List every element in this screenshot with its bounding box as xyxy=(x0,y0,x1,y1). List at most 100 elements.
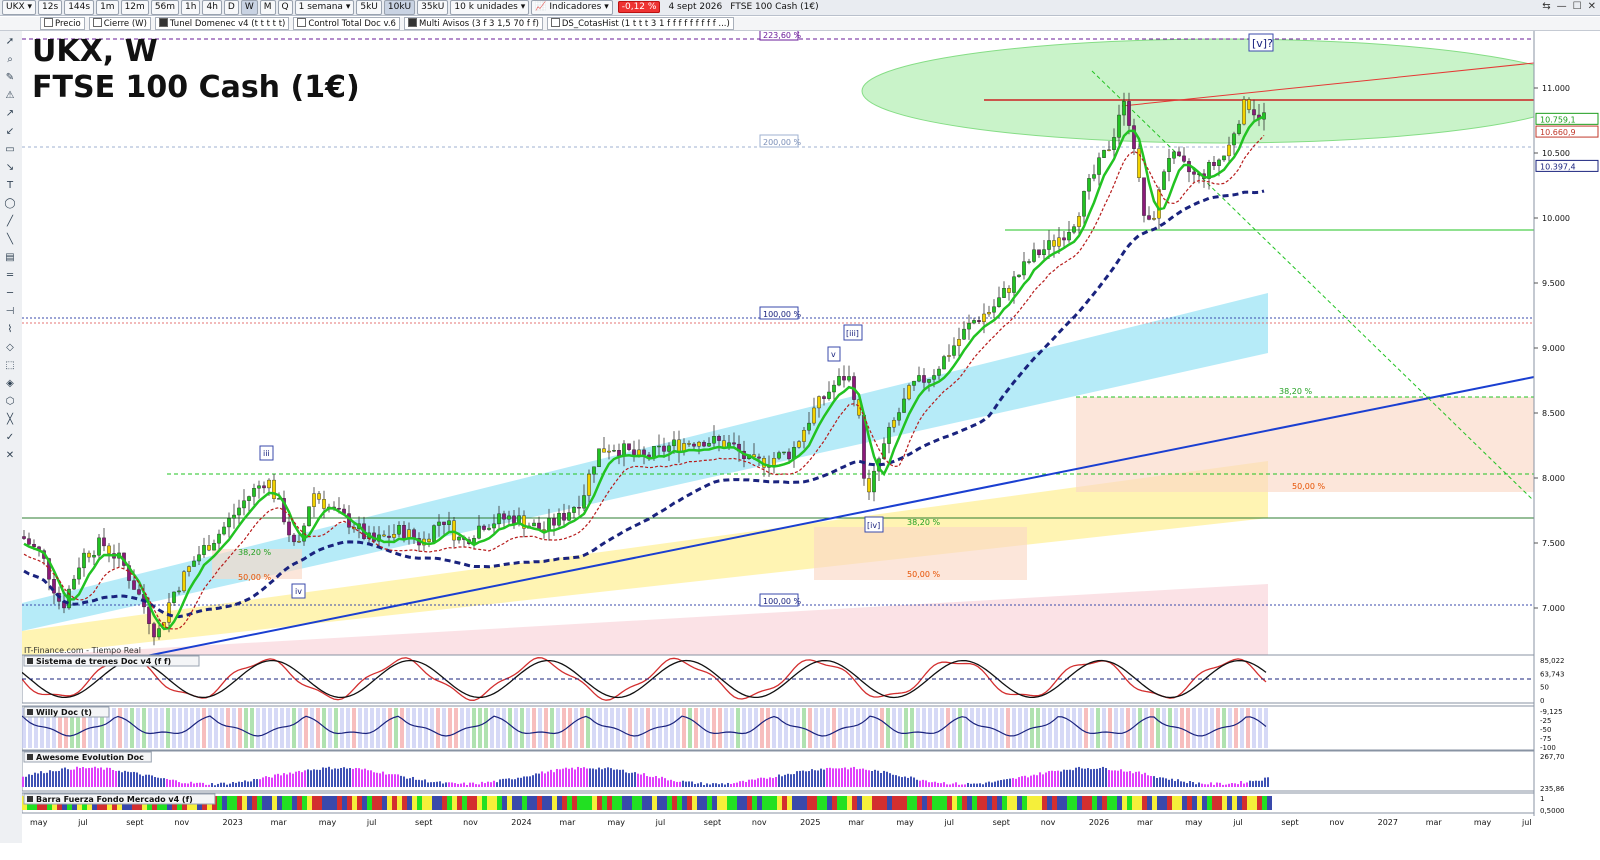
study-chip[interactable]: DS_CotasHist (1 t t t 3 1 f f f f f f f … xyxy=(546,17,734,30)
drawing-tool-icon[interactable]: ─ xyxy=(3,287,17,300)
awesome-bar xyxy=(1045,772,1047,787)
willy-bar xyxy=(496,708,500,748)
willy-bar xyxy=(1054,708,1058,748)
study-chip[interactable]: Tunel Domenec v4 (t t t t t) xyxy=(154,17,290,30)
awesome-bar xyxy=(472,782,474,787)
drawing-tool-icon[interactable]: ↘ xyxy=(3,161,17,174)
willy-bar xyxy=(1192,708,1196,748)
drawing-tool-icon[interactable]: ╳ xyxy=(3,413,17,426)
willy-bar xyxy=(196,708,200,748)
symbol-selector[interactable]: UKX ▾ xyxy=(2,0,37,15)
chart-area[interactable]: UKX, W FTSE 100 Cash (1€) 223,60 % 200,0… xyxy=(21,19,1600,843)
interval-button-m[interactable]: M xyxy=(259,0,276,15)
strength-bar xyxy=(237,796,242,810)
interval-button-12s[interactable]: 12s xyxy=(38,0,63,15)
interval-button-4h[interactable]: 4h xyxy=(202,0,222,15)
awesome-bar xyxy=(265,776,267,787)
drawing-tool-icon[interactable]: ⌕ xyxy=(3,53,17,66)
time-tick-label: mar xyxy=(271,818,288,827)
unit-button-35ku[interactable]: 35kU xyxy=(417,0,449,15)
close-icon[interactable]: ✕ xyxy=(1588,1,1596,12)
unit-button-5ku[interactable]: 5kU xyxy=(356,0,382,15)
drawing-tool-icon[interactable]: ◇ xyxy=(3,341,17,354)
drawing-tool-icon[interactable]: ◈ xyxy=(3,377,17,390)
study-toggle-icon[interactable] xyxy=(158,18,168,27)
strength-bar xyxy=(412,796,417,810)
drawing-tool-icon[interactable]: T xyxy=(3,179,17,192)
willy-bar xyxy=(532,708,536,748)
interval-button-q[interactable]: Q xyxy=(277,0,293,15)
study-chip[interactable]: Multi Avisos (3 f 3 1,5 70 f f) xyxy=(403,17,543,30)
willy-bar xyxy=(388,708,392,748)
drawing-tool-icon[interactable]: ➚ xyxy=(3,35,17,48)
study-toggle-icon[interactable] xyxy=(297,18,307,27)
strength-bar xyxy=(957,796,962,810)
drawing-tool-icon[interactable]: ╱ xyxy=(3,215,17,228)
awesome-bar xyxy=(943,782,945,787)
sync-icon[interactable]: ⇆ xyxy=(1542,1,1550,12)
study-label: Tunel Domenec v4 (t t t t t) xyxy=(169,19,286,29)
strength-bar xyxy=(737,796,742,810)
drawing-tool-icon[interactable]: ▭ xyxy=(3,143,17,156)
period-dropdown[interactable]: 1 semana ▾ xyxy=(294,0,355,15)
willy-bar xyxy=(538,708,542,748)
drawing-tool-icon[interactable]: ↗ xyxy=(3,107,17,120)
study-label: Precio xyxy=(55,19,81,29)
willy-bar xyxy=(892,708,896,748)
drawing-tool-icon[interactable]: ✓ xyxy=(3,431,17,444)
willy-bar xyxy=(766,708,770,748)
interval-button-56m[interactable]: 56m xyxy=(150,0,180,15)
study-toggle-icon[interactable] xyxy=(44,18,53,27)
willy-bar xyxy=(1102,708,1106,748)
drawing-tool-icon[interactable]: ▤ xyxy=(3,251,17,264)
awesome-bar xyxy=(226,784,228,787)
willy-bar xyxy=(1204,708,1208,748)
units-dropdown[interactable]: 10 k unidades ▾ xyxy=(450,0,530,15)
awesome-bar xyxy=(115,770,117,787)
interval-button-d[interactable]: D xyxy=(223,0,239,15)
drawing-tool-icon[interactable]: ↙ xyxy=(3,125,17,138)
strength-bar xyxy=(1062,796,1067,810)
strength-bar xyxy=(597,796,602,810)
study-toggle-icon[interactable] xyxy=(550,18,560,27)
drawing-tool-icon[interactable]: ⊣ xyxy=(3,305,17,318)
interval-button-12m[interactable]: 12m xyxy=(120,0,149,15)
interval-button-1h[interactable]: 1h xyxy=(181,0,201,15)
awesome-bar xyxy=(1126,771,1128,787)
drawing-tool-icon[interactable]: ⬚ xyxy=(3,359,17,372)
willy-bar xyxy=(616,708,620,748)
candle-body xyxy=(672,439,676,447)
drawing-tool-icon[interactable]: ⚠ xyxy=(3,89,17,102)
awesome-bar xyxy=(145,774,147,787)
study-toggle-icon[interactable] xyxy=(407,18,417,27)
willy-bar xyxy=(952,708,956,748)
minimize-icon[interactable]: — xyxy=(1557,1,1567,12)
maximize-icon[interactable]: ☐ xyxy=(1573,1,1582,12)
awesome-bar xyxy=(316,769,318,787)
drawing-tool-icon[interactable]: ⬡ xyxy=(3,395,17,408)
unit-button-10ku[interactable]: 10kU xyxy=(383,0,416,15)
awesome-bar xyxy=(994,781,996,787)
indicators-button[interactable]: 📈 Indicadores ▾ xyxy=(531,0,613,15)
awesome-bar xyxy=(388,774,390,787)
drawing-tool-icon[interactable]: ◯ xyxy=(3,197,17,210)
study-chip[interactable]: Control Total Doc v.6 xyxy=(293,17,400,30)
drawing-tool-icon[interactable]: ⌇ xyxy=(3,323,17,336)
awesome-bar xyxy=(1078,766,1080,787)
drawing-tool-icon[interactable]: ═ xyxy=(3,269,17,282)
drawing-tool-icon[interactable]: ✎ xyxy=(3,71,17,84)
study-toggle-icon[interactable] xyxy=(92,18,102,27)
interval-button-1m[interactable]: 1m xyxy=(96,0,119,15)
willy-bar xyxy=(382,708,386,748)
willy-bar xyxy=(478,708,482,748)
study-chip[interactable]: Cierre (W) xyxy=(88,17,151,30)
study-chip[interactable]: Precio xyxy=(40,17,85,30)
drawing-tool-icon[interactable]: ╲ xyxy=(3,233,17,246)
strength-bar xyxy=(567,796,572,810)
interval-button-w[interactable]: W xyxy=(240,0,258,15)
awesome-bar xyxy=(208,784,210,787)
drawing-tool-icon[interactable]: ✕ xyxy=(3,449,17,462)
awesome-bar xyxy=(478,784,480,787)
interval-button-144s[interactable]: 144s xyxy=(64,0,95,15)
strength-bar xyxy=(662,796,667,810)
